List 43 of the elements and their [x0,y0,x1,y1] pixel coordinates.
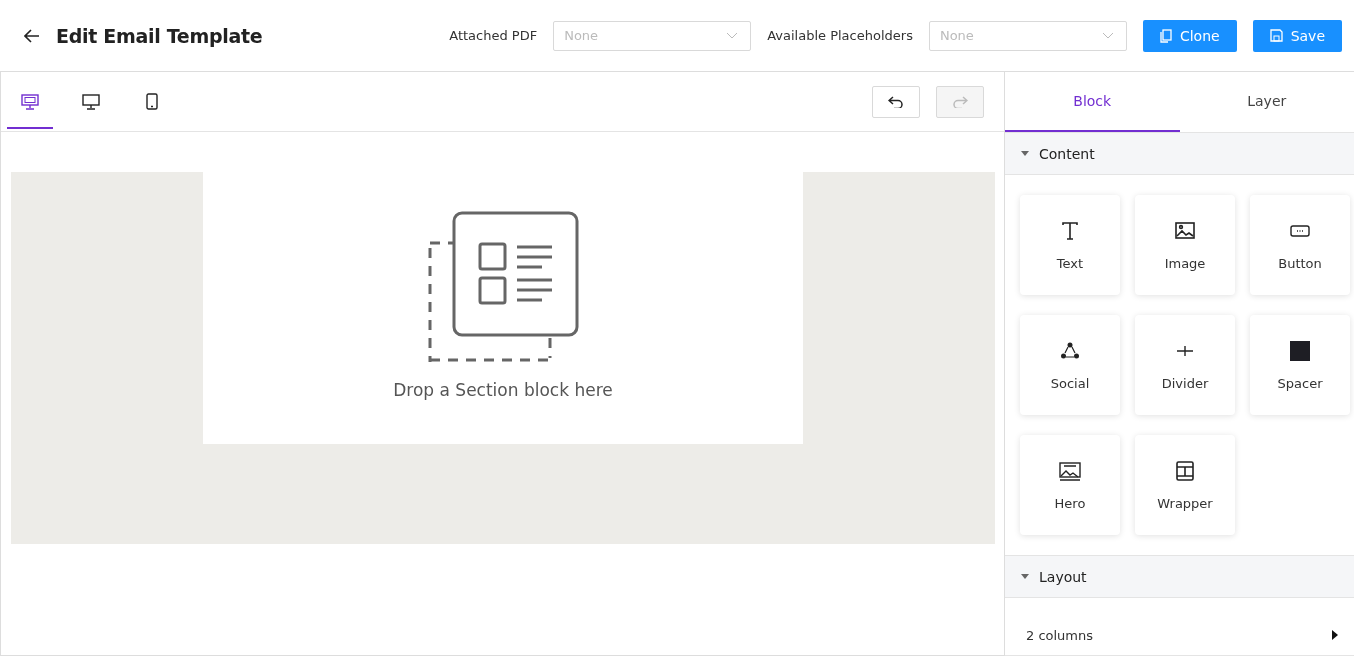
monitor-icon [21,93,39,110]
block-tile[interactable]: Spacer [1250,315,1350,415]
section-header[interactable]: Layout [1005,556,1354,598]
block-tile[interactable]: Image [1135,195,1235,295]
drop-hint: Drop a Section block here [393,380,613,400]
text-block-icon [1059,219,1081,242]
spacer-block-icon [1289,339,1311,362]
block-label: Social [1050,375,1090,391]
page-title: Edit Email Template [56,24,263,47]
desktop-icon [82,93,100,110]
block-tile[interactable]: Text [1020,195,1120,295]
undo-icon [888,95,904,108]
section-header[interactable]: Content [1005,133,1354,175]
image-block-icon [1174,219,1196,242]
block-tile[interactable]: Wrapper [1135,435,1235,535]
mobile-icon [146,93,158,110]
block-tile[interactable]: Social [1020,315,1120,415]
block-label: Hero [1054,495,1086,511]
redo-icon [952,95,968,108]
block-label: Divider [1161,375,1209,391]
block-tile[interactable]: Divider [1135,315,1235,415]
block-label: Spacer [1277,375,1323,391]
panel-tab[interactable]: Layer [1179,72,1354,132]
chevron-down-icon [1101,31,1114,40]
copy-icon [1159,28,1172,43]
wrapper-block-icon [1174,459,1196,482]
field-label: Available Placeholders [767,28,913,43]
save-icon [1269,29,1283,42]
block-tile[interactable]: Button [1250,195,1350,295]
field-label: Attached PDF [449,28,538,43]
caret-right-icon [1332,630,1338,640]
caret-icon [1021,150,1029,157]
block-label: Image [1164,255,1206,271]
undo-button[interactable] [872,85,920,118]
back-arrow-icon[interactable] [24,28,40,43]
layout-item[interactable]: 2 columns [1005,598,1354,656]
block-label: Text [1056,255,1084,271]
caret-icon [1021,573,1029,580]
chevron-down-icon [726,31,739,40]
hero-block-icon [1059,459,1081,482]
block-label: Wrapper [1157,495,1213,511]
block-label: Button [1278,255,1322,271]
block-tile[interactable]: Hero [1020,435,1120,535]
